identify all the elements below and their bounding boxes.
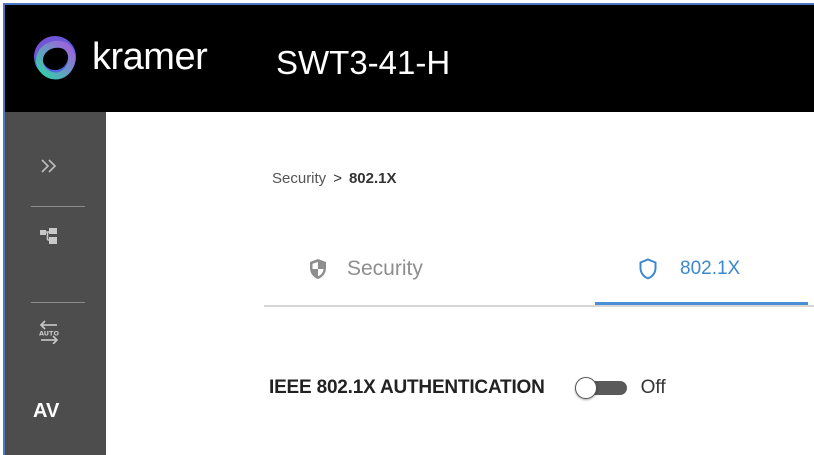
double-chevron-right-icon [35,152,63,180]
tab-802-1x-label: 802.1X [680,258,741,279]
shield-half-icon [307,257,329,281]
brand-name: kramer [92,36,208,78]
toggle-knob [574,377,597,399]
hierarchy-icon [35,222,63,250]
tab-802-1x[interactable]: 802.1X [595,235,808,305]
sidebar-item-expand[interactable] [5,146,106,186]
auto-icon-text: AUTO [39,330,60,338]
breadcrumb-separator: > [333,170,342,187]
sidebar-item-hierarchy[interactable] [5,216,106,256]
sidebar-divider [31,206,85,207]
auto-switch-icon: AUTO [35,318,63,346]
sidebar-divider [31,302,85,303]
top-header: kramer SWT3-41-H [5,5,814,112]
sidebar-item-auto-switch[interactable]: AUTO [5,312,106,352]
breadcrumb: Security >802.1X [272,170,397,187]
shield-outline-icon [637,257,659,281]
tab-security[interactable]: Security [264,235,595,303]
app-window: kramer SWT3-41-H AUTO AV Security > 802.… [3,3,814,455]
tab-security-label: Security [347,257,423,280]
ieee-auth-toggle[interactable] [574,377,627,399]
device-title: SWT3-41-H [276,44,451,81]
breadcrumb-current: 802.1X [348,170,397,187]
sidebar: AUTO AV [5,112,106,455]
ieee-auth-row: IEEE 802.1X AUTHENTICATION Off [269,373,666,403]
sidebar-item-av-label: AV [33,400,60,422]
toggle-state-label: Off [640,377,666,398]
kramer-logo-icon [34,36,76,80]
ieee-auth-label: IEEE 802.1X AUTHENTICATION [269,377,545,398]
breadcrumb-parent[interactable]: Security [272,170,326,187]
sidebar-item-av[interactable]: AV [5,391,106,431]
tab-bar: Security 802.1X [264,235,814,307]
